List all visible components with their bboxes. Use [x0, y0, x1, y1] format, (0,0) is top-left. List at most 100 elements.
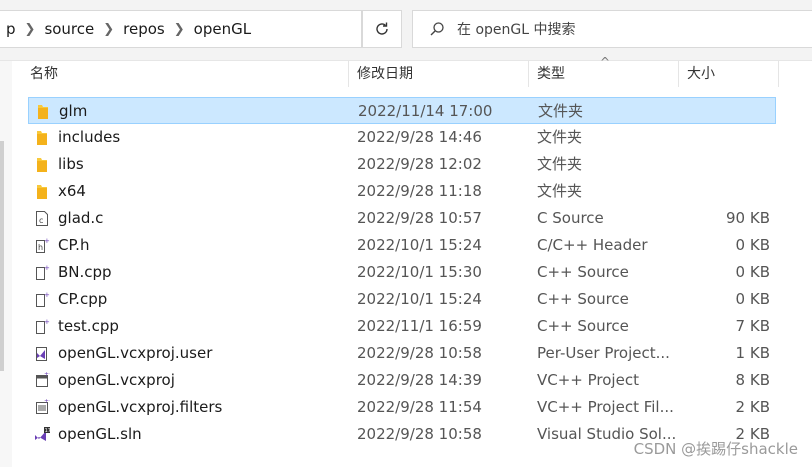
chevron-right-icon[interactable]: ❯	[22, 22, 39, 37]
file-type: 文件夹	[537, 182, 583, 200]
file-row[interactable]: ++ BN.cpp 2022/10/1 15:30 C++ Source 0 KB	[22, 259, 812, 286]
search-box[interactable]: 在 openGL 中搜索	[412, 10, 812, 48]
file-name: openGL.vcxproj.user	[58, 344, 213, 362]
file-row[interactable]: ++ test.cpp 2022/11/1 16:59 C++ Source 7 KB	[22, 313, 812, 340]
file-row[interactable]: ++ CP.cpp 2022/10/1 15:24 C++ Source 0 KB	[22, 286, 812, 313]
file-name: openGL.vcxproj.filters	[58, 398, 223, 416]
filters-file-icon: ++	[34, 398, 54, 416]
file-size: 1 KB	[735, 344, 770, 362]
c-file-icon: c	[34, 210, 50, 227]
sort-ascending-icon: ^	[600, 55, 611, 69]
svg-text:++: ++	[44, 372, 50, 378]
folder-icon	[35, 103, 51, 120]
file-type: VC++ Project Fil...	[537, 398, 674, 416]
header-file-icon: h++	[34, 237, 56, 254]
breadcrumb-p[interactable]: p	[0, 20, 22, 38]
file-type: 文件夹	[537, 155, 583, 173]
search-icon	[429, 21, 445, 37]
file-row[interactable]: includes 2022/9/28 14:46 文件夹	[22, 124, 812, 151]
column-header-size[interactable]: 大小	[679, 61, 779, 87]
address-bar[interactable]: p ❯ source ❯ repos ❯ openGL	[0, 10, 362, 48]
svg-text:++: ++	[44, 318, 50, 326]
file-modified-date: 2022/9/28 14:39	[357, 371, 482, 389]
file-name: libs	[58, 155, 84, 173]
file-modified-date: 2022/9/28 11:54	[357, 398, 482, 416]
file-type: C++ Source	[537, 290, 629, 308]
svg-text:17: 17	[45, 428, 50, 434]
chevron-right-icon[interactable]: ❯	[171, 22, 188, 37]
file-modified-date: 2022/10/1 15:24	[357, 290, 482, 308]
file-modified-date: 2022/9/28 11:18	[357, 182, 482, 200]
file-size: 7 KB	[735, 317, 770, 335]
folder-icon	[34, 156, 50, 173]
file-modified-date: 2022/9/28 10:57	[357, 209, 482, 227]
file-modified-date: 2022/10/1 15:24	[357, 236, 482, 254]
file-size: 2 KB	[735, 398, 770, 416]
search-placeholder[interactable]: 在 openGL 中搜索	[457, 19, 576, 39]
file-modified-date: 2022/11/14 17:00	[358, 102, 493, 120]
file-modified-date: 2022/9/28 14:46	[357, 128, 482, 146]
file-modified-date: 2022/11/1 16:59	[357, 317, 482, 335]
nav-pane-scrollbar[interactable]	[0, 141, 4, 371]
column-header: 名称 修改日期 类型 大小	[22, 61, 812, 87]
file-row[interactable]: openGL.vcxproj.user 2022/9/28 10:58 Per-Us…	[22, 340, 812, 367]
file-row[interactable]: c glad.c 2022/9/28 10:57 C Source 90 KB	[22, 205, 812, 232]
file-row[interactable]: ++ openGL.vcxproj.filters 2022/9/28 11:54 V…	[22, 394, 812, 421]
file-row[interactable]: x64 2022/9/28 11:18 文件夹	[22, 178, 812, 205]
chevron-right-icon[interactable]: ❯	[100, 22, 117, 37]
vs-user-file-icon	[34, 345, 50, 362]
refresh-button[interactable]	[362, 10, 402, 48]
breadcrumb-repos[interactable]: repos	[117, 20, 171, 38]
file-type: VC++ Project	[537, 371, 639, 389]
file-row[interactable]: glm 2022/11/14 17:00 文件夹	[28, 97, 776, 124]
folder-icon	[34, 129, 50, 146]
file-modified-date: 2022/9/28 12:02	[357, 155, 482, 173]
file-row[interactable]: ++ openGL.vcxproj 2022/9/28 14:39 VC++ Proj…	[22, 367, 812, 394]
cpp-file-icon: ++	[34, 264, 56, 281]
cpp-file-icon: ++	[34, 318, 56, 335]
svg-text:++: ++	[44, 291, 50, 299]
folder-icon	[34, 183, 50, 200]
file-type: C++ Source	[537, 317, 629, 335]
svg-text:c: c	[39, 216, 43, 225]
breadcrumb-opengl[interactable]: openGL	[188, 20, 257, 38]
file-row[interactable]: libs 2022/9/28 12:02 文件夹	[22, 151, 812, 178]
breadcrumb-source[interactable]: source	[38, 20, 100, 38]
file-size: 0 KB	[735, 263, 770, 281]
navigation-bar: p ❯ source ❯ repos ❯ openGL 在 openGL 中搜索	[0, 0, 812, 61]
file-type: Per-User Project...	[537, 344, 670, 362]
file-size: 0 KB	[735, 236, 770, 254]
file-modified-date: 2022/10/1 15:30	[357, 263, 482, 281]
file-name: openGL.vcxproj	[58, 371, 175, 389]
file-modified-date: 2022/9/28 10:58	[357, 344, 482, 362]
file-name: includes	[58, 128, 121, 146]
file-name: openGL.sln	[58, 425, 142, 443]
file-name: glm	[59, 102, 88, 120]
file-list: glm 2022/11/14 17:00 文件夹 includes 2022/9/28 …	[22, 97, 812, 448]
column-header-name[interactable]: 名称	[22, 61, 349, 87]
file-size: 8 KB	[735, 371, 770, 389]
file-name: CP.cpp	[58, 290, 108, 308]
file-type: C++ Source	[537, 263, 629, 281]
watermark: CSDN @挨踢仔shackle	[633, 440, 798, 458]
file-name: x64	[58, 182, 86, 200]
svg-text:++: ++	[44, 237, 50, 245]
file-type: C Source	[537, 209, 604, 227]
refresh-icon	[376, 22, 388, 35]
file-name: test.cpp	[58, 317, 119, 335]
svg-text:++: ++	[44, 399, 50, 405]
cpp-file-icon: ++	[34, 291, 56, 308]
file-name: BN.cpp	[58, 263, 112, 281]
vcxproj-file-icon: ++	[34, 371, 54, 389]
file-type: 文件夹	[537, 128, 583, 146]
file-modified-date: 2022/9/28 10:58	[357, 425, 482, 443]
file-size: 90 KB	[726, 209, 770, 227]
file-row[interactable]: h++CP.h2022/10/1 15:24C/C++ Header0 KB	[22, 232, 812, 259]
file-name: glad.c	[58, 209, 104, 227]
svg-text:++: ++	[44, 264, 50, 272]
navigation-pane-edge	[0, 61, 12, 467]
column-header-date[interactable]: 修改日期	[349, 61, 529, 87]
sln-file-icon: 17	[34, 426, 51, 443]
file-type: C/C++ Header	[537, 236, 648, 254]
file-type: 文件夹	[538, 102, 584, 120]
